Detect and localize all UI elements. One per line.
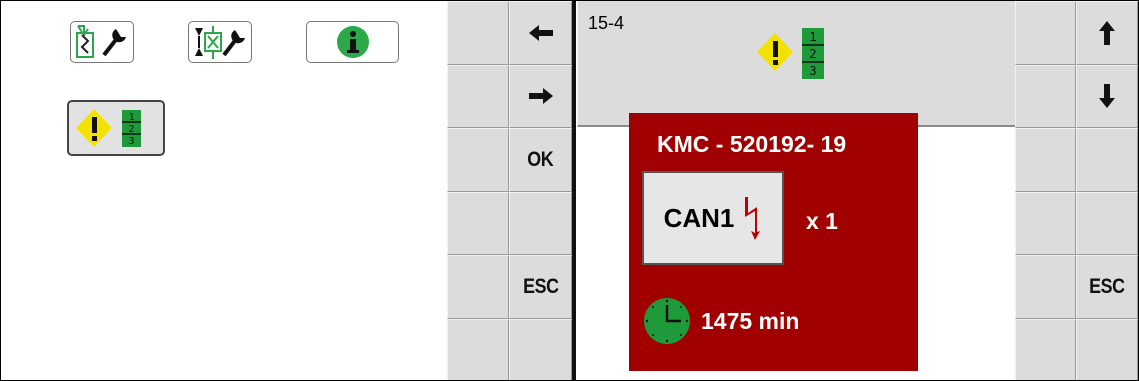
arrow-left-icon [528, 24, 553, 41]
machine-setup-tool-button[interactable] [70, 21, 134, 63]
arrow-down-button[interactable] [1076, 64, 1138, 128]
esc-label: ESC [522, 274, 559, 298]
softkey-blank[interactable] [447, 64, 509, 128]
alarm-list-icon: 1 2 3 [76, 109, 141, 147]
alarm-header: 15-4 1 2 3 [577, 1, 1015, 127]
svg-text:3: 3 [128, 136, 134, 147]
alarm-detail-panel: KMC - 520192- 19 CAN1 x 1 1475 min [629, 113, 918, 371]
arrow-left-button[interactable] [509, 1, 572, 65]
softkey-blank[interactable] [447, 191, 509, 255]
arrow-up-icon [1099, 20, 1115, 45]
softkey-blank[interactable] [1015, 191, 1076, 255]
clock-icon [644, 298, 690, 344]
alarm-list-button[interactable]: 1 2 3 [67, 100, 165, 156]
right-inner-softkey-column [1015, 1, 1076, 380]
machine-setup-tool-icon [76, 25, 126, 58]
arrow-up-button[interactable] [1076, 1, 1138, 65]
info-button[interactable] [306, 21, 399, 63]
page-number: 15-4 [588, 13, 625, 33]
softkey-blank[interactable] [447, 1, 509, 65]
arrow-right-button[interactable] [509, 64, 572, 128]
pane-divider [572, 1, 576, 380]
arrow-down-icon [1099, 84, 1115, 109]
softkey-blank[interactable] [509, 318, 572, 380]
svg-text:2: 2 [809, 47, 816, 61]
softkey-blank[interactable] [1076, 191, 1138, 255]
softkey-blank[interactable] [447, 255, 509, 319]
softkey-blank[interactable] [447, 128, 509, 192]
ok-button[interactable]: OK [509, 128, 572, 192]
arrow-right-icon [528, 88, 553, 105]
softkey-blank[interactable] [1015, 318, 1076, 380]
softkey-blank[interactable] [1076, 318, 1138, 380]
softkey-blank[interactable] [1015, 128, 1076, 192]
info-icon [336, 26, 369, 58]
valve-setup-tool-icon [195, 26, 245, 59]
alarm-duration: 1475 min [701, 308, 800, 334]
tool-selection-pane: 1 2 3 [1, 1, 447, 380]
svg-text:1: 1 [809, 30, 816, 44]
alarm-list-icon: 1 2 3 [757, 28, 824, 79]
esc-button[interactable]: ESC [509, 255, 572, 319]
terminal-screen: 1 2 3 OK ESC 15-4 1 2 3 KMC - 520192- 19… [0, 0, 1139, 381]
softkey-blank[interactable] [447, 318, 509, 380]
valve-setup-tool-button[interactable] [188, 21, 252, 63]
ok-label: OK [527, 147, 554, 171]
can-bus-label: CAN1 [663, 202, 735, 233]
esc-label: ESC [1089, 274, 1125, 298]
svg-text:1: 1 [128, 112, 134, 123]
svg-text:3: 3 [809, 64, 816, 78]
softkey-blank[interactable] [1076, 128, 1138, 192]
svg-text:2: 2 [128, 124, 134, 135]
softkey-blank[interactable] [1015, 1, 1076, 65]
left-softkey-column: OK ESC [509, 1, 572, 380]
esc-button[interactable]: ESC [1076, 255, 1138, 319]
alarm-code: KMC - 520192- 19 [657, 131, 847, 157]
alarm-count: x 1 [806, 208, 838, 234]
left-inner-softkey-column [447, 1, 509, 380]
can-bus-box: CAN1 [642, 171, 784, 265]
softkey-blank[interactable] [509, 191, 572, 255]
softkey-blank[interactable] [1015, 64, 1076, 128]
softkey-blank[interactable] [1015, 255, 1076, 319]
right-softkey-column: ESC [1076, 1, 1138, 380]
lightning-icon [745, 197, 761, 240]
